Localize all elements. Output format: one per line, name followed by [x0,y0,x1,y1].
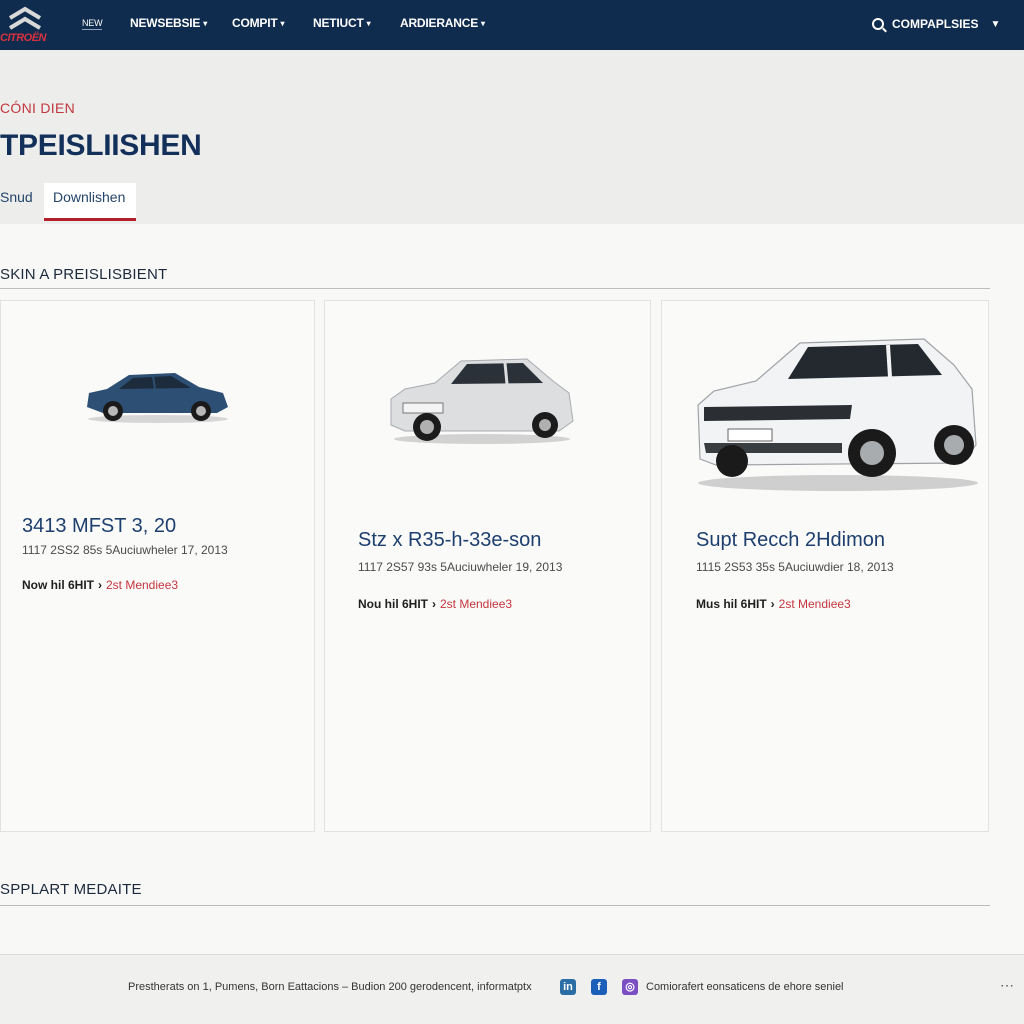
vehicle-card-link[interactable]: Nou hil 6HIT › 2st Mendiee3 [358,597,512,611]
instagram-icon[interactable]: ◎ [622,979,638,995]
brand-wordmark: CITROËN [0,32,47,44]
footer-legal-text: Prestherats on 1, Pumens, Born Eattacion… [128,981,532,993]
section-title-price-list: SKIN A PREISLISBIENT [0,266,168,283]
linkedin-icon[interactable]: in [560,979,576,995]
vehicle-card-link-extra: 2st Mendiee3 [106,578,179,592]
vehicle-card-meta: 1115 2S53 35s 5Auciuwdier 18, 2013 [696,560,894,574]
section-divider [0,905,990,906]
chevron-down-icon: ▾ [481,19,485,28]
search-icon[interactable] [872,18,884,30]
car-image-crossover [390,358,574,444]
chevron-down-icon: ▾ [366,19,371,28]
more-options-icon[interactable]: ⋯ [1000,977,1014,994]
footer: Prestherats on 1, Pumens, Born Eattacion… [0,954,1024,1024]
chevron-down-icon: ▼ [990,18,1001,30]
chevron-down-icon: ▾ [280,19,285,28]
section-title-media: SPPLART MEDAITE [0,881,142,898]
section-divider [0,288,990,289]
vehicle-card-meta: 1117 2SS2 85s 5Auciuwheler 17, 2013 [22,543,228,557]
vehicle-card-title: 3413 MFST 3, 20 [22,515,177,537]
search-label: COMPAPLSIES [892,17,979,31]
nav-item-netiuct[interactable]: NETIUCT ▾ [313,16,371,30]
vehicle-card-meta: 1117 2S57 93s 5Auciuwheler 19, 2013 [358,560,563,574]
tab-snud[interactable]: Snud [0,183,42,221]
facebook-icon[interactable]: f [591,979,607,995]
vehicle-card-link[interactable]: Now hil 6HIT › 2st Mendiee3 [22,578,178,592]
car-image-suv [697,338,978,491]
nav-item-label: NEWSEBSIE [130,16,201,30]
nav-item-compit[interactable]: COMPIT ▾ [232,16,284,30]
vehicle-card[interactable]: 3413 MFST 3, 20 1117 2SS2 85s 5Auciuwhel… [0,300,315,832]
car-image-hatchback [87,373,228,423]
chevron-right-icon: › [98,578,102,592]
nav-item-label: NETIUCT [313,16,364,30]
chevron-down-icon: ▾ [203,19,208,28]
tab-downlishen[interactable]: Downlishen [44,183,136,221]
eyebrow-label: CÓNI DIEN [0,100,76,116]
vehicle-card-title: Stz x R35-h-33e-son [358,529,542,551]
vehicle-card[interactable]: Supt Recch 2Hdimon 1115 2S53 35s 5Auciuw… [661,300,989,832]
nav-item-newsebsie[interactable]: NEWSEBSIE ▾ [130,16,207,30]
chevron-right-icon: › [432,597,436,611]
chevron-right-icon: › [770,597,775,611]
chevrons-logo-icon [8,6,42,30]
vehicle-card-link[interactable]: Mus hil 6HIT › 2st Mendiee3 [696,597,851,611]
vehicle-card[interactable]: Stz x R35-h-33e-son 1117 2S57 93s 5Auciu… [324,300,651,832]
footer-secondary-text: Comiorafert eonsaticens de ehore seniel [646,981,844,993]
vehicle-card-link-label: Nou hil 6HIT [358,597,428,611]
page-title: TPEISLIISHEN [0,129,202,162]
hero-banner: CÓNI DIEN TPEISLIISHEN Snud Downlishen [0,50,1024,224]
brand-logo[interactable]: CITROËN [0,4,64,46]
vehicle-card-title: Supt Recch 2Hdimon [696,529,885,551]
nav-item-label: ARDIERANCE [400,16,479,30]
vehicle-card-link-extra: 2st Mendiee3 [440,597,513,611]
nav-item-ardierance[interactable]: ARDIERANCE ▾ [400,16,485,30]
vehicle-card-link-extra: 2st Mendiee3 [778,597,851,611]
vehicle-card-link-label: Mus hil 6HIT [696,597,767,611]
vehicle-card-link-label: Now hil 6HIT [22,578,94,592]
nav-item-label: COMPIT [232,16,278,30]
top-navigation: CITROËN NEW NEWSEBSIE ▾ COMPIT ▾ NETIUCT ▾ … [0,0,1024,50]
search-menu[interactable]: COMPAPLSIES ▼ [872,15,1000,33]
nav-item-new[interactable]: NEW [82,18,103,30]
